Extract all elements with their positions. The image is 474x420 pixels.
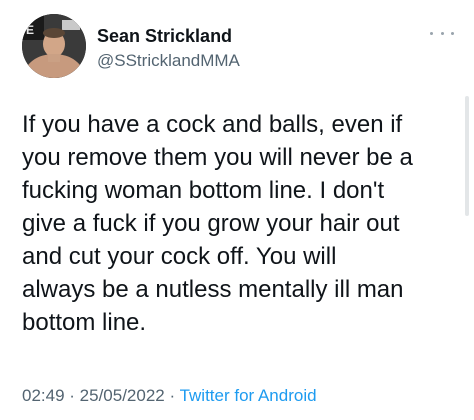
dot: [451, 31, 454, 35]
svg-text:E: E: [26, 23, 34, 37]
scrollbar[interactable]: [465, 96, 469, 216]
tweet-time[interactable]: 02:49: [22, 386, 65, 405]
tweet-text-line: fucking woman bottom line. I don't: [22, 177, 385, 204]
user-handle[interactable]: @SStricklandMMA: [97, 51, 240, 71]
tweet-source-link[interactable]: Twitter for Android: [180, 386, 317, 405]
tweet-text-line: you remove them you will never be a: [22, 144, 413, 171]
tweet-text: If you have a cock and balls, even if yo…: [22, 108, 462, 339]
dot: [430, 31, 433, 35]
tweet-text-line: bottom line.: [22, 309, 147, 336]
avatar-photo: E: [22, 14, 86, 78]
tweet-date[interactable]: 25/05/2022: [80, 386, 165, 405]
tweet-card: E Sean Strickland @SStricklandMMA If you…: [0, 0, 474, 420]
tweet-text-line: always be a nutless mentally ill man: [22, 276, 404, 303]
tweet-text-line: If you have a cock and balls, even if: [22, 111, 403, 138]
tweet-meta: 02:49 · 25/05/2022 · Twitter for Android: [22, 386, 317, 406]
dot: [440, 31, 444, 35]
meta-separator: ·: [164, 386, 180, 405]
user-name[interactable]: Sean Strickland: [97, 26, 232, 47]
tweet-text-line: and cut your cock off. You will: [22, 243, 337, 270]
avatar[interactable]: E: [22, 14, 86, 78]
more-options-icon[interactable]: [430, 28, 454, 38]
meta-separator: ·: [64, 386, 80, 405]
tweet-text-line: give a fuck if you grow your hair out: [22, 210, 400, 237]
